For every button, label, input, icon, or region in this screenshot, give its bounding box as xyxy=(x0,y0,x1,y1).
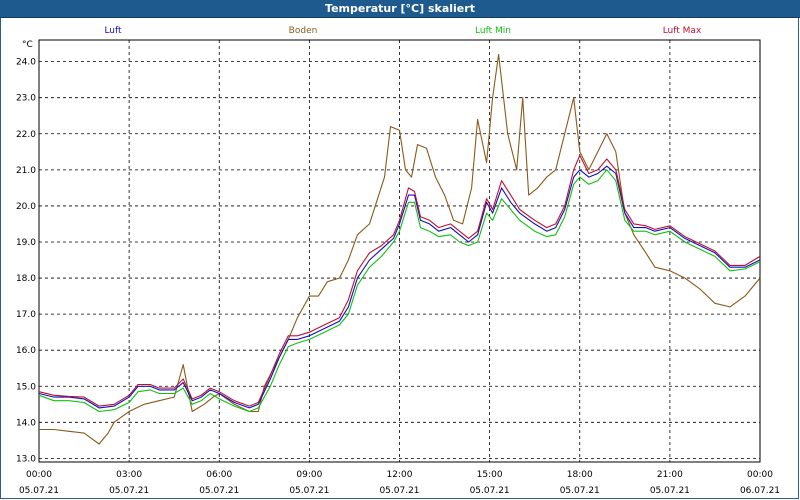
legend-luft-max: Luft Max xyxy=(663,26,702,36)
x-tick-date: 05.07.21 xyxy=(560,486,600,496)
temperature-chart: 13.0 14.0 15.0 16.0 17.0 18.0 19.0 20.0 21.0 22.0… xyxy=(16,26,780,496)
x-tick-time: 15:00 xyxy=(477,470,503,480)
x-tick-time: 06:00 xyxy=(206,470,232,480)
x-tick-date: 06.07.21 xyxy=(740,486,780,496)
y-tick-label: 15.0 xyxy=(16,382,36,392)
y-tick-label: 19.0 xyxy=(16,238,36,248)
x-tick-date: 05.07.21 xyxy=(109,486,149,496)
y-axis-unit: °C xyxy=(22,40,33,50)
x-tick-date: 05.07.21 xyxy=(650,486,690,496)
x-tick-time: 12:00 xyxy=(387,470,413,480)
x-tick-time: 03:00 xyxy=(116,470,142,480)
x-tick-time: 18:00 xyxy=(567,470,593,480)
legend-boden: Boden xyxy=(289,26,318,36)
x-tick-date: 05.07.21 xyxy=(19,486,59,496)
x-tick-date: 05.07.21 xyxy=(470,486,510,496)
y-tick-label: 13.0 xyxy=(16,454,36,464)
y-tick-label: 20.0 xyxy=(16,202,36,212)
y-tick-label: 16.0 xyxy=(16,346,36,356)
y-tick-label: 24.0 xyxy=(16,58,36,68)
y-tick-label: 17.0 xyxy=(16,310,36,320)
y-tick-label: 18.0 xyxy=(16,274,36,284)
x-tick-date: 05.07.21 xyxy=(379,486,419,496)
legend-luft: Luft xyxy=(104,26,122,36)
y-tick-label: 22.0 xyxy=(16,130,36,140)
x-tick-date: 05.07.21 xyxy=(289,486,329,496)
y-tick-label: 21.0 xyxy=(16,166,36,176)
y-tick-label: 14.0 xyxy=(16,418,36,428)
x-tick-time: 21:00 xyxy=(657,470,683,480)
legend-luft-min: Luft Min xyxy=(475,26,511,36)
x-tick-time: 00:00 xyxy=(26,470,52,480)
x-tick-time: 00:00 xyxy=(747,470,773,480)
y-tick-label: 23.0 xyxy=(16,94,36,104)
x-tick-date: 05.07.21 xyxy=(199,486,239,496)
x-tick-time: 09:00 xyxy=(296,470,322,480)
